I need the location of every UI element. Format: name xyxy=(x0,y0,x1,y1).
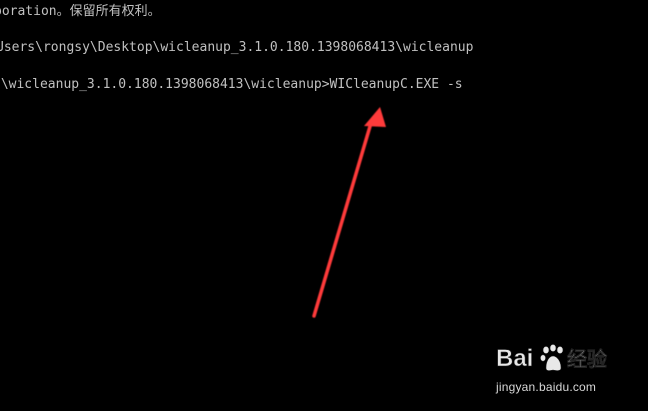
console-line-cd-command: Users\rongsy\Desktop\wicleanup_3.1.0.180… xyxy=(0,40,474,55)
console-line-copyright: poration。保留所有权利。 xyxy=(0,4,161,19)
watermark-logo-text: Bai xyxy=(496,345,533,372)
watermark-logo-text-after: 经验 xyxy=(567,347,607,371)
watermark-url: jingyan.baidu.com xyxy=(496,380,597,394)
baidu-paw-icon: Bai 经验 xyxy=(496,344,607,372)
baidu-jingyan-watermark: Bai 经验 jingyan.baidu.com xyxy=(496,338,614,400)
console-line-run-command: o\wicleanup_3.1.0.180.1398068413\wiclean… xyxy=(0,77,463,92)
